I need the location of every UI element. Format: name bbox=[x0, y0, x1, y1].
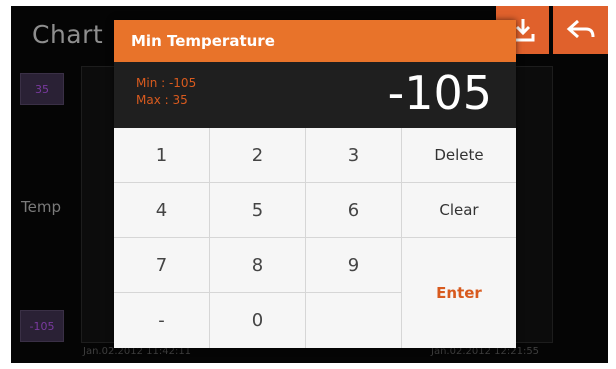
y-min-button[interactable]: -105 bbox=[20, 310, 64, 342]
key-7[interactable]: 7 bbox=[114, 238, 210, 293]
dialog-title: Min Temperature bbox=[131, 32, 275, 50]
numeric-keypad: 1 2 3 Delete 4 5 6 Clear 7 8 9 - 0 Enter bbox=[114, 128, 516, 348]
y-max-button[interactable]: 35 bbox=[20, 73, 64, 105]
min-range-label: Min : -105 bbox=[136, 76, 197, 90]
key-5[interactable]: 5 bbox=[210, 183, 306, 238]
min-temperature-dialog: Min Temperature Min : -105 Max : 35 -105… bbox=[114, 20, 516, 348]
key-6[interactable]: 6 bbox=[306, 183, 402, 238]
clear-button[interactable]: Clear bbox=[402, 183, 516, 238]
page-title: Chart bbox=[32, 20, 104, 49]
key-9[interactable]: 9 bbox=[306, 238, 402, 293]
key-0[interactable]: 0 bbox=[210, 293, 306, 348]
delete-button[interactable]: Delete bbox=[402, 128, 516, 183]
key-minus[interactable]: - bbox=[114, 293, 210, 348]
y-axis-label: Temp bbox=[21, 198, 61, 216]
dialog-header: Min Temperature bbox=[114, 20, 516, 62]
back-arrow-icon bbox=[566, 19, 594, 39]
key-4[interactable]: 4 bbox=[114, 183, 210, 238]
value-display: Min : -105 Max : 35 -105 bbox=[114, 62, 516, 128]
back-button[interactable] bbox=[553, 6, 608, 54]
key-8[interactable]: 8 bbox=[210, 238, 306, 293]
key-2[interactable]: 2 bbox=[210, 128, 306, 183]
key-3[interactable]: 3 bbox=[306, 128, 402, 183]
current-value: -105 bbox=[387, 66, 492, 120]
max-range-label: Max : 35 bbox=[136, 93, 188, 107]
key-blank bbox=[306, 293, 402, 348]
enter-button[interactable]: Enter bbox=[402, 238, 516, 348]
key-1[interactable]: 1 bbox=[114, 128, 210, 183]
